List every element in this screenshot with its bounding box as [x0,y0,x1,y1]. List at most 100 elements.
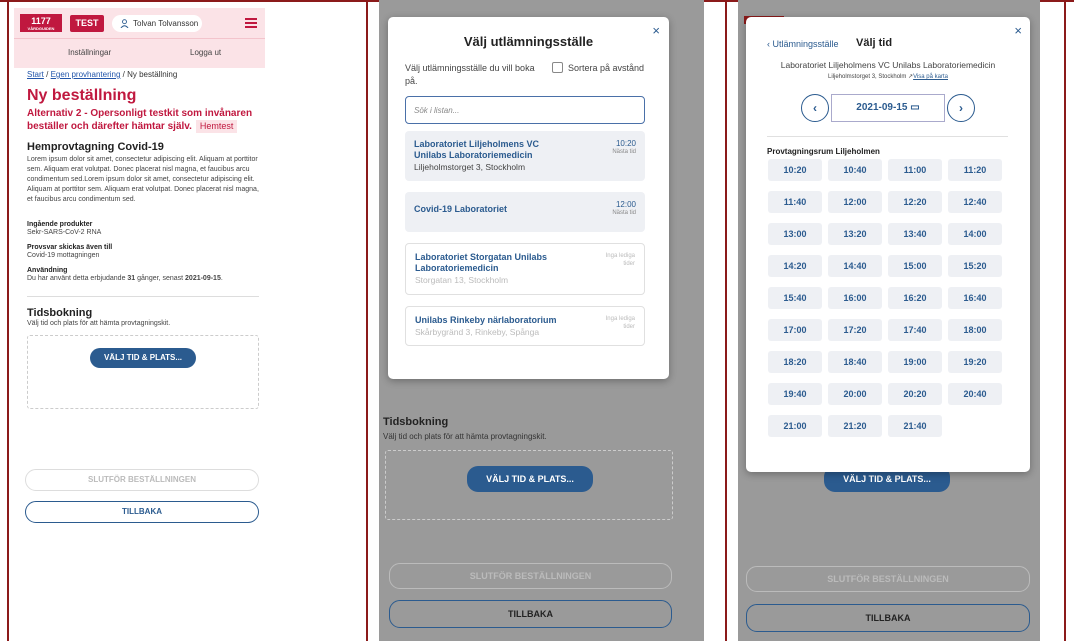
bg-finish-button[interactable]: SLUTFÖR BESTÄLLNINGEN [389,563,672,589]
included-value: Sekr-SARS-CoV-2 RNA [27,229,102,236]
close-icon[interactable]: × [1014,23,1022,38]
time-slot[interactable]: 16:00 [828,287,882,309]
bg-finish-button[interactable]: SLUTFÖR BESTÄLLNINGEN [746,566,1030,592]
time-slot[interactable]: 17:00 [768,319,822,341]
location-card[interactable]: Unilabs Rinkeby närlaboratorium Skårbygr… [405,306,645,346]
main-content: Start / Egen provhantering / Ny beställn… [27,68,259,409]
bg-back-button[interactable]: TILLBAKA [746,604,1030,632]
frame-divider [725,0,727,641]
frame-divider [1064,0,1066,641]
time-slot[interactable]: 10:20 [768,159,822,181]
answers-value: Covid-19 mottagningen [27,252,100,259]
sort-distance-checkbox[interactable]: Sortera på avstånd [552,62,657,75]
prev-date-button[interactable]: ‹ [801,94,829,122]
menu-icon[interactable] [245,18,257,28]
time-slot[interactable]: 18:40 [828,351,882,373]
time-slot[interactable]: 11:40 [768,191,822,213]
time-slot[interactable]: 17:40 [888,319,942,341]
breadcrumb-current: Ny beställning [127,70,178,79]
modal-description: Välj utlämningsställe du vill boka på. [405,63,535,86]
booking-subtitle: Välj tid och plats för att hämta provtag… [27,320,171,327]
logo-1177[interactable]: 1177 VÅRDGUIDEN [20,14,62,32]
hemtest-tag: Hemtest [195,120,238,133]
back-to-location-link[interactable]: ‹ Utlämningsställe [767,39,839,49]
page-title: Ny beställning [27,87,137,104]
time-slot[interactable]: 18:20 [768,351,822,373]
answers-label: Provsvar skickas även till [27,244,113,251]
location-name: Laboratoriet Liljeholmens VC Unilabs Lab… [780,60,996,70]
booking-box: VÄLJ TID & PLATS... [27,335,259,409]
time-slot[interactable]: 14:00 [948,223,1002,245]
time-slot[interactable]: 18:00 [948,319,1002,341]
breadcrumb-start[interactable]: Start [27,70,44,79]
location-address: Liljeholmstorget 3, Stockholm ↗Visa på k… [828,74,948,80]
time-slot[interactable]: 19:40 [768,383,822,405]
time-slot[interactable]: 16:40 [948,287,1002,309]
settings-link[interactable]: Inställningar [68,48,111,57]
breadcrumb: Start / Egen provhantering / Ny beställn… [27,70,178,79]
bg-choose-button[interactable]: VÄLJ TID & PLATS... [467,466,593,492]
location-card[interactable]: Covid-19 Laboratoriet 12:00 Nästa tid [405,192,645,232]
time-slot[interactable]: 19:20 [948,351,1002,373]
time-slot[interactable]: 14:20 [768,255,822,277]
calendar-icon: ▭ [910,102,920,113]
time-slot[interactable]: 20:40 [948,383,1002,405]
time-slot[interactable]: 17:20 [828,319,882,341]
test-badge: TEST [70,15,104,32]
back-button[interactable]: TILLBAKA [25,501,259,523]
time-slot[interactable]: 21:20 [828,415,882,437]
date-field[interactable]: 2021-09-15 ▭ [831,94,945,122]
user-pill[interactable]: Tolvan Tolvansson [112,15,202,32]
time-slot[interactable]: 15:20 [948,255,1002,277]
time-slot[interactable]: 13:40 [888,223,942,245]
time-slot[interactable]: 21:40 [888,415,942,437]
booking-title: Tidsbokning [27,307,93,319]
time-slot[interactable]: 15:40 [768,287,822,309]
location-modal: × Välj utlämningsställe Välj utlämningss… [388,17,669,379]
user-name: Tolvan Tolvansson [133,19,199,28]
finish-order-button[interactable]: SLUTFÖR BESTÄLLNINGEN [25,469,259,491]
time-slot[interactable]: 16:20 [888,287,942,309]
modal-title: Välj utlämningsställe [463,34,594,49]
modal-title: Välj tid [856,37,893,49]
time-slot[interactable]: 20:00 [828,383,882,405]
time-slot[interactable]: 11:20 [948,159,1002,181]
time-slot[interactable]: 11:00 [888,159,942,181]
user-icon [120,19,129,29]
time-slot[interactable]: 12:00 [828,191,882,213]
panel-time-modal: VÄLJ TID & PLATS... SLUTFÖR BESTÄLLNINGE… [738,0,1040,641]
section-divider [767,136,1008,137]
time-slot[interactable]: 10:40 [828,159,882,181]
time-slot[interactable]: 20:20 [888,383,942,405]
time-slot[interactable]: 14:40 [828,255,882,277]
header-nav: Inställningar Logga ut [14,38,265,68]
logout-link[interactable]: Logga ut [190,48,221,57]
time-slot[interactable]: 13:00 [768,223,822,245]
product-description: Lorem ipsum dolor sit amet, consectetur … [27,156,259,203]
time-slot[interactable]: 12:20 [888,191,942,213]
choose-time-place-button[interactable]: VÄLJ TID & PLATS... [90,348,196,368]
date-picker: ‹ 2021-09-15 ▭ › [801,94,975,122]
page-subtitle: Alternativ 2 - Opersonligt testkit som i… [27,108,253,133]
bg-back-button[interactable]: TILLBAKA [389,600,672,628]
map-link[interactable]: Visa på karta [913,74,948,80]
product-title: Hemprovtagning Covid-19 [27,141,164,153]
usage-value: Du har använt detta erbjudande 31 gånger… [27,275,223,282]
breadcrumb-egen[interactable]: Egen provhantering [51,70,121,79]
app-header: 1177 VÅRDGUIDEN TEST Tolvan Tolvansson In… [14,8,265,68]
time-slot[interactable]: 15:00 [888,255,942,277]
time-modal: × ‹ Utlämningsställe Välj tid Laboratori… [746,17,1030,472]
time-slot[interactable]: 13:20 [828,223,882,245]
next-date-button[interactable]: › [947,94,975,122]
time-slot[interactable]: 19:00 [888,351,942,373]
location-card[interactable]: Laboratoriet Storgatan Unilabs Laborator… [405,243,645,295]
search-input[interactable]: Sök i listan... [405,96,645,124]
time-slot[interactable]: 21:00 [768,415,822,437]
checkbox-icon[interactable] [552,62,563,73]
bg-booking-title: Tidsbokning [383,416,449,428]
time-slot[interactable]: 12:40 [948,191,1002,213]
bg-booking-subtitle: Välj tid och plats för att hämta provtag… [383,432,547,441]
section-divider [27,296,259,297]
location-card[interactable]: Laboratoriet Liljeholmens VC Unilabs Lab… [405,131,645,181]
included-label: Ingående produkter [27,221,93,228]
